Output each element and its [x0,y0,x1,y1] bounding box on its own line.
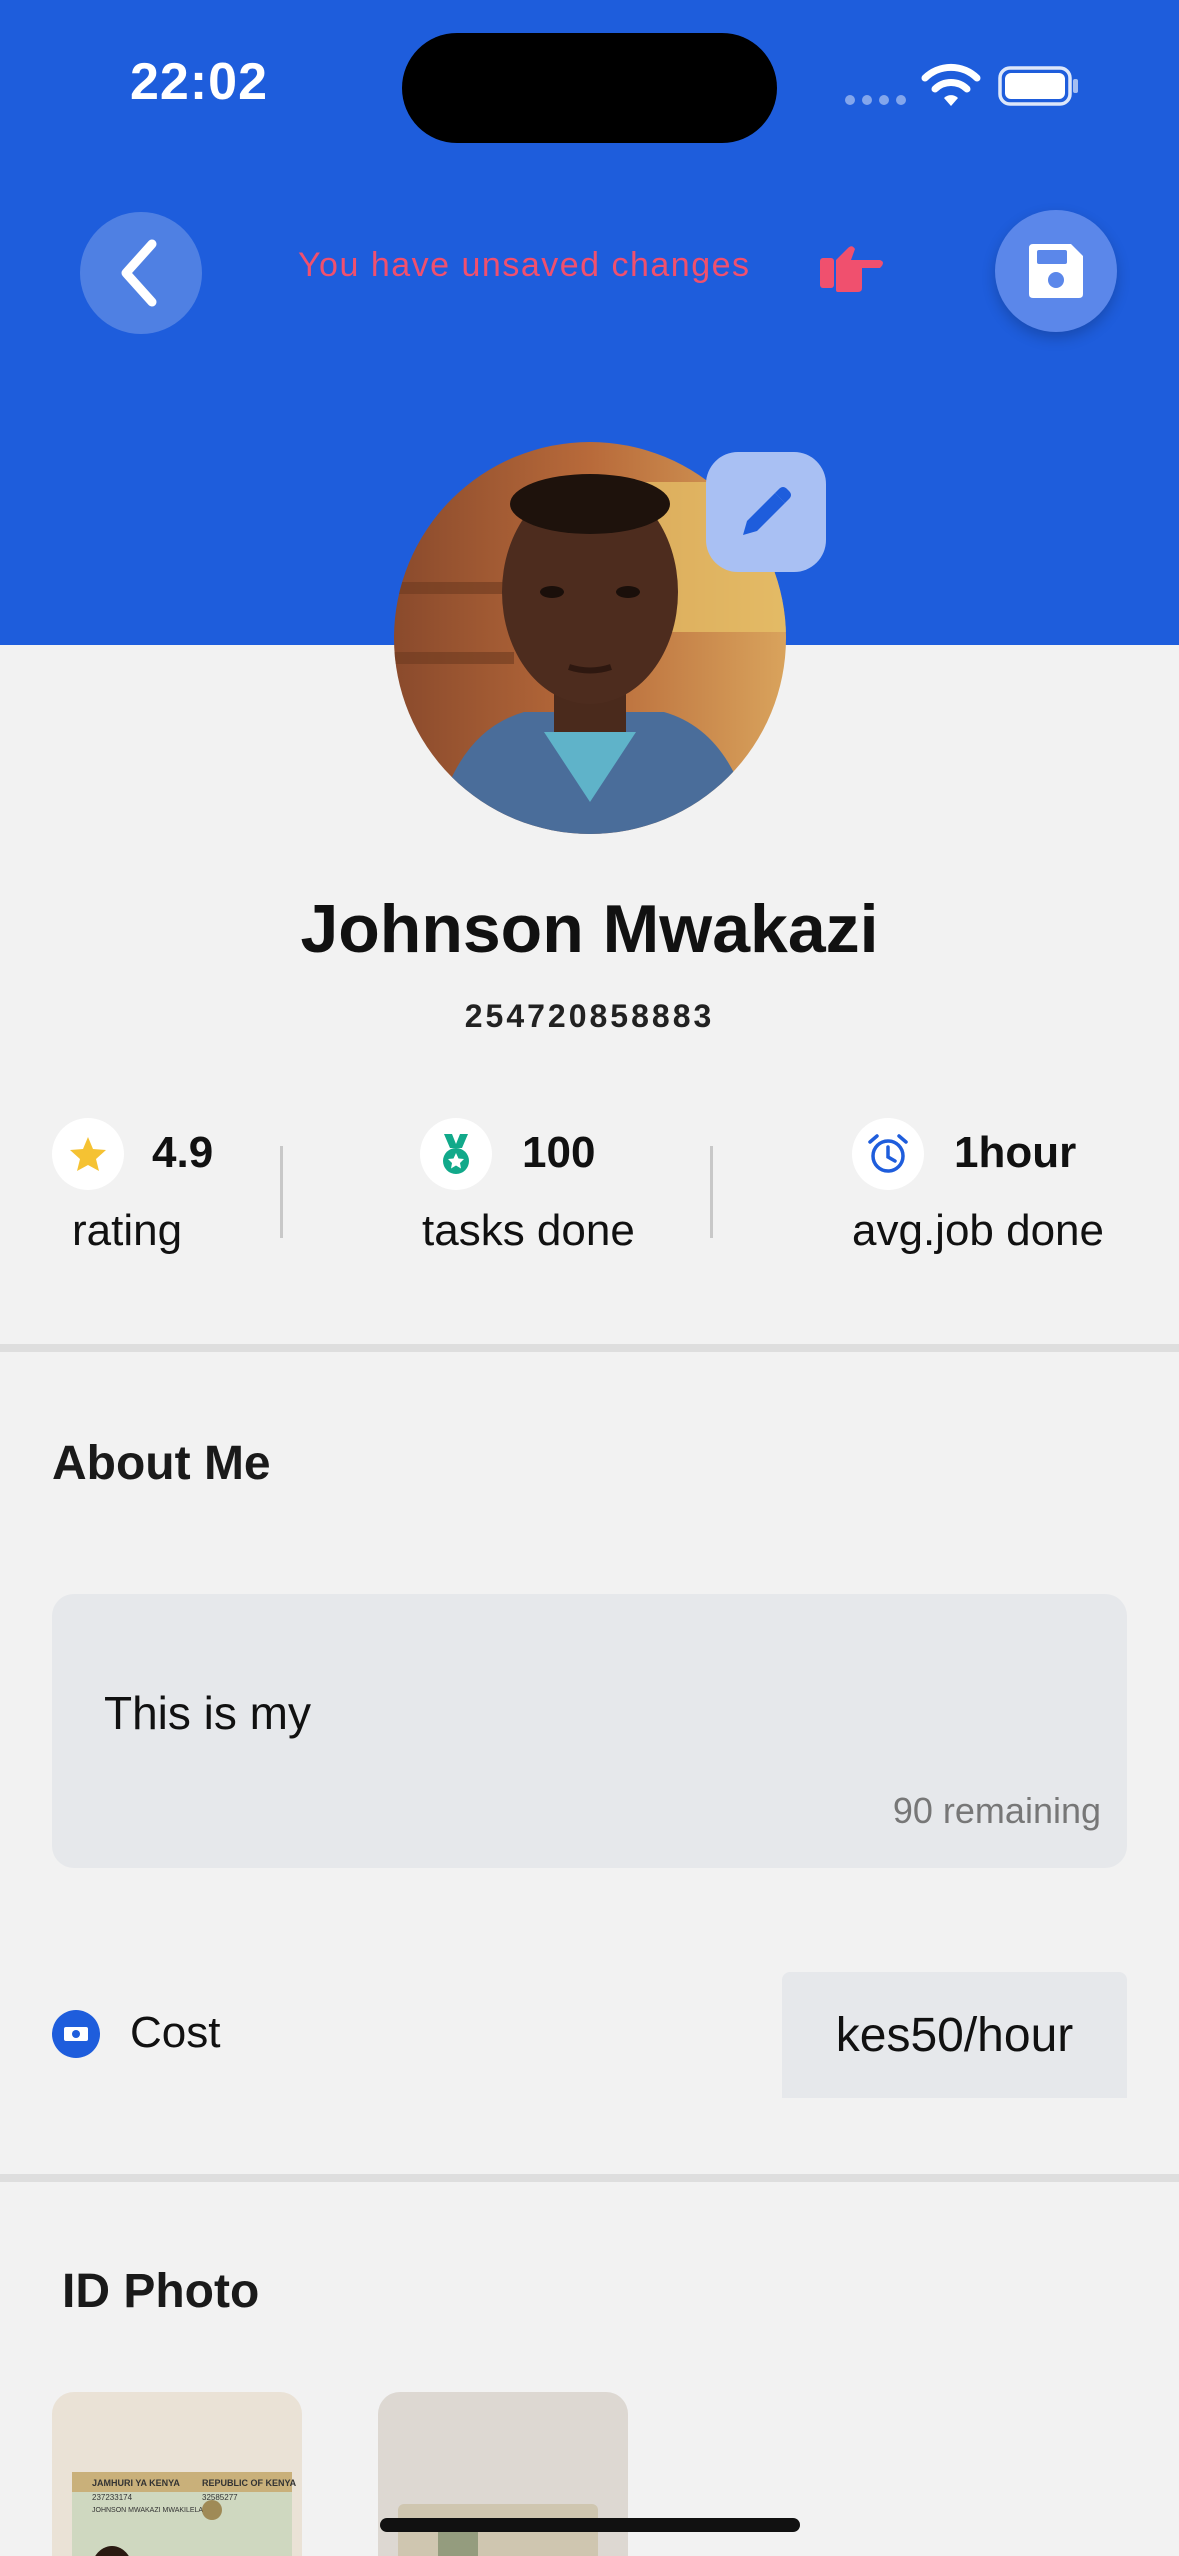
edit-avatar-button[interactable] [706,452,826,572]
tasks-label: tasks done [422,1206,635,1255]
battery-icon [998,66,1078,106]
id-photo-title: ID Photo [62,2265,260,2318]
profile-name: Johnson Mwakazi [300,891,879,967]
section-divider [0,1344,1179,1352]
back-button[interactable] [80,212,202,334]
cost-input[interactable]: kes50/hour [782,1972,1127,2098]
id-header-right: REPUBLIC OF KENYA [202,2478,297,2488]
chevron-left-icon [121,239,157,307]
status-time: 22:02 [130,53,268,111]
stat-divider [280,1146,283,1238]
cost-value: kes50/hour [835,2009,1074,2062]
cost-label: Cost [130,2008,221,2057]
stat-divider [710,1146,713,1238]
medal-icon [420,1118,492,1190]
avg-job-label: avg.job done [852,1206,1104,1255]
pointing-hand-icon [820,246,883,292]
star-icon [52,1118,124,1190]
id-serial: 32585277 [202,2493,238,2502]
unsaved-changes-message: You have unsaved changes [298,246,751,284]
rating-label: rating [72,1206,183,1255]
home-indicator[interactable] [380,2518,800,2532]
cellular-signal-icon [845,95,906,105]
floppy-disk-icon [1029,244,1083,298]
rating-value: 4.9 [152,1128,214,1177]
alarm-clock-icon [852,1118,924,1190]
save-button[interactable] [995,210,1117,332]
id-number: 237233174 [92,2493,133,2502]
tasks-value: 100 [522,1128,596,1177]
id-name: JOHNSON MWAKAZI MWAKILELA [92,2507,203,2514]
avg-job-value: 1hour [954,1128,1077,1177]
characters-remaining: 90 remaining [892,1790,1101,1831]
about-me-title: About Me [52,1437,271,1490]
pencil-icon [743,487,791,535]
section-divider [0,2174,1179,2182]
id-photo-front[interactable]: JAMHURI YA KENYA REPUBLIC OF KENYA 23723… [52,2392,302,2556]
about-me-textarea[interactable]: This is my 90 remaining [52,1594,1127,1868]
id-header-left: JAMHURI YA KENYA [92,2478,180,2488]
money-icon [52,2010,100,2058]
profile-phone: 254720858883 [464,998,715,1034]
wifi-icon [921,63,981,106]
dynamic-island [402,33,777,143]
about-me-text: This is my [104,1687,311,1739]
